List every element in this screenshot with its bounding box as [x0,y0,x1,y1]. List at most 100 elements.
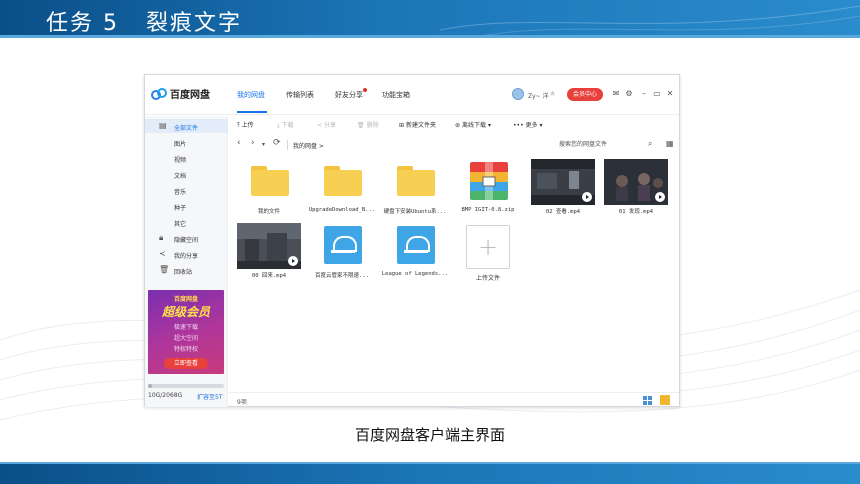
tab-feature-box[interactable]: 功能宝箱 [382,90,410,100]
sidebar-item-torrents[interactable]: 种子 [145,199,228,213]
new-folder-button[interactable]: ⊞ 新建文件夹 [399,120,436,129]
download-button-label: 下载 [281,122,294,129]
minimize-icon[interactable]: – [639,88,649,100]
executable-file-icon [379,223,451,267]
file-name: 我的文件 [257,209,280,215]
file-item-zip[interactable]: BMP IGIT-0.8.zip [452,159,524,215]
file-item-folder[interactable]: 我的文件 [233,159,305,215]
file-item-exe[interactable]: League of Legends... [379,223,451,279]
back-arrow-icon[interactable]: ‹ [237,138,241,148]
tab-friend-share[interactable]: 好友分享 [335,90,363,100]
download-button[interactable]: ⤓ 下载 [277,120,294,130]
offline-download-button[interactable]: ⊛ 离线下载 ▾ [455,120,491,129]
close-icon[interactable]: ✕ [665,88,675,100]
title-bar: 百度网盘 我的网盘 传输列表 好友分享 功能宝箱 Zy~ 洋 ★ 会员中心 ✉ … [145,75,679,115]
breadcrumb[interactable]: 我的网盘 > [293,141,324,150]
forward-arrow-icon[interactable]: › [251,138,255,148]
storage-quota-fill [148,384,152,388]
promo-view-button[interactable]: 立即查看 [164,358,208,369]
trash-icon: 🗑︎ [159,265,170,274]
notification-dot [363,88,367,92]
plus-icon: + [477,233,499,261]
refresh-icon[interactable]: ⟳ [273,138,281,148]
grid-view-icon[interactable]: ▦ [666,139,674,148]
maximize-icon[interactable]: ▭ [652,88,662,100]
video-thumbnail [233,223,305,269]
sidebar-item-all-files[interactable]: ▤ 全部文件 [145,119,228,133]
sidebar-item-label: 回收站 [174,269,193,276]
zip-archive-icon [452,159,524,203]
upload-button[interactable]: ⤒ 上传 [237,120,254,130]
lock-icon: 🔒︎ [159,233,164,242]
play-icon [582,192,592,202]
expand-storage-link[interactable]: 扩容至5T [197,392,222,401]
promo-brand: 百度网盘 [173,296,198,303]
status-bar: 9项 [229,392,679,407]
delete-button[interactable]: 🗑︎ 删除 [357,120,379,129]
offline-download-button-label: 离线下载 [462,122,487,129]
username[interactable]: Zy~ 洋 [528,91,549,100]
upload-icon: ⤒ [237,122,240,129]
path-bar: ‹ › ▾ ⟳ 我的网盘 > ⌕ ▦ [229,136,679,154]
tab-my-netdisk[interactable]: 我的网盘 [237,90,265,100]
sidebar-item-images[interactable]: 图片 [145,135,228,149]
file-item-folder[interactable]: 硬盘下安装Ubuntu系... [379,159,451,215]
slide-header: 任务 5 裂痕文字 [0,0,860,38]
sidebar-item-documents[interactable]: 文档 [145,167,228,181]
app-logo[interactable]: 百度网盘 [151,86,210,101]
folder-icon [233,159,305,203]
baidu-netdisk-window: 百度网盘 我的网盘 传输列表 好友分享 功能宝箱 Zy~ 洋 ★ 会员中心 ✉ … [144,74,680,407]
file-name: 百度云管家不限速... [315,273,369,279]
delete-button-label: 删除 [366,122,379,129]
video-thumbnail [600,159,672,205]
avatar[interactable] [512,88,524,100]
sidebar-item-label: 其它 [174,221,187,228]
active-tab-underline [237,111,267,113]
share-button[interactable]: ≺ 分享 [317,120,336,129]
mail-icon[interactable]: ✉ [611,88,621,100]
member-center-button[interactable]: 会员中心 [567,88,603,101]
file-name: 02 查看.mp4 [545,209,581,215]
history-dropdown-icon[interactable]: ▾ [262,141,265,148]
search-icon[interactable]: ⌕ [648,139,652,149]
settings-gear-icon[interactable]: ⚙ [624,88,634,100]
file-item-video[interactable]: 00 回来.mp4 [233,223,305,279]
share-icon: ≺ [317,122,323,129]
offline-download-icon: ⊛ [455,122,461,129]
item-count: 9项 [237,399,247,406]
file-name: BMP IGIT-0.8.zip [461,207,515,213]
upload-button-label: 上传 [241,122,254,129]
folder-icon [379,159,451,203]
file-name: 00 回来.mp4 [251,273,287,279]
sidebar-item-label: 隐藏空间 [174,237,199,244]
sidebar-item-recycle-bin[interactable]: 🗑︎ 回收站 [145,263,228,277]
delete-icon: 🗑︎ [357,122,365,129]
search-input[interactable] [559,138,655,151]
more-button[interactable]: ••• 更多 ▾ [513,120,543,129]
upload-file-tile[interactable]: + 上传文件 [452,225,524,282]
sidebar-item-label: 图片 [174,141,187,148]
promo-feature: 特权特权 [173,346,198,353]
sidebar-item-label: 全部文件 [174,125,199,132]
file-item-exe[interactable]: 百度云管家不限速... [306,223,378,279]
file-item-video[interactable]: 01 发现.mp4 [600,159,672,215]
tab-transfer-list[interactable]: 传输列表 [286,90,314,100]
file-item-folder[interactable]: UpgradeDownload_B... [306,159,378,215]
sidebar-item-hidden-space[interactable]: 🔒︎ 隐藏空间 [145,231,228,245]
file-item-video[interactable]: 02 查看.mp4 [527,159,599,215]
file-name: League of Legends... [381,271,449,277]
list-view-icon[interactable] [660,395,670,405]
figure-caption: 百度网盘客户端主界面 [354,426,505,444]
video-thumbnail [527,159,599,205]
sidebar-item-other[interactable]: 其它 [145,215,228,229]
play-icon [288,256,298,266]
thumbnail-view-icon[interactable] [643,396,652,405]
sidebar-item-videos[interactable]: 视频 [145,151,228,165]
super-vip-promo-banner[interactable]: 百度网盘 超级会员 极速下载 超大空间 特权特权 立即查看 [148,290,224,374]
executable-file-icon [306,223,378,267]
sidebar: ▤ 全部文件 图片 视频 文档 音乐 种子 其它 🔒︎ 隐藏空间 ≺ 我的分享 [145,116,228,407]
sidebar-item-my-shares[interactable]: ≺ 我的分享 [145,247,228,261]
file-name: 硬盘下安装Ubuntu系... [383,209,447,215]
sidebar-item-music[interactable]: 音乐 [145,183,228,197]
more-button-label: 更多 [525,122,538,129]
